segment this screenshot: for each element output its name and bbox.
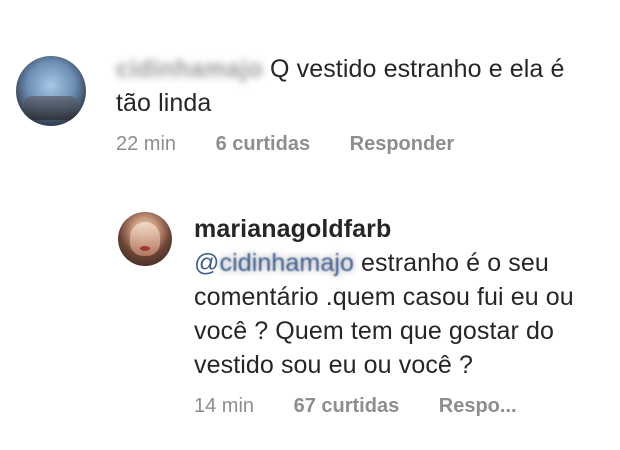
comment-time: 22 min [116,133,177,155]
comment-likes[interactable]: 6 curtidas [216,132,310,156]
reply-content: marianagoldfarb @cidinhamajo estranho é … [194,212,598,418]
comment-username[interactable]: cidinhamajo [116,52,263,86]
reply-button[interactable]: Responder [350,132,454,156]
reply-meta: 14 min 67 curtidas Respo... [194,394,598,418]
reply-text-row: @cidinhamajo estranho é o seu comentário… [194,246,598,382]
reply-username[interactable]: marianagoldfarb [194,212,598,246]
mention-username[interactable]: cidinhamajo [219,246,354,280]
avatar[interactable] [118,212,172,266]
comment-content: cidinhamajo Q vestido estranho e ela é t… [116,52,606,156]
avatar[interactable] [16,56,86,126]
reply-button[interactable]: Respo... [439,394,517,418]
comment-text-row: cidinhamajo Q vestido estranho e ela é t… [116,52,606,120]
mention-prefix: @ [194,249,220,277]
reply-likes[interactable]: 67 curtidas [294,394,400,418]
comment-meta: 22 min 6 curtidas Responder [116,132,606,156]
reply-time: 14 min [194,395,255,417]
